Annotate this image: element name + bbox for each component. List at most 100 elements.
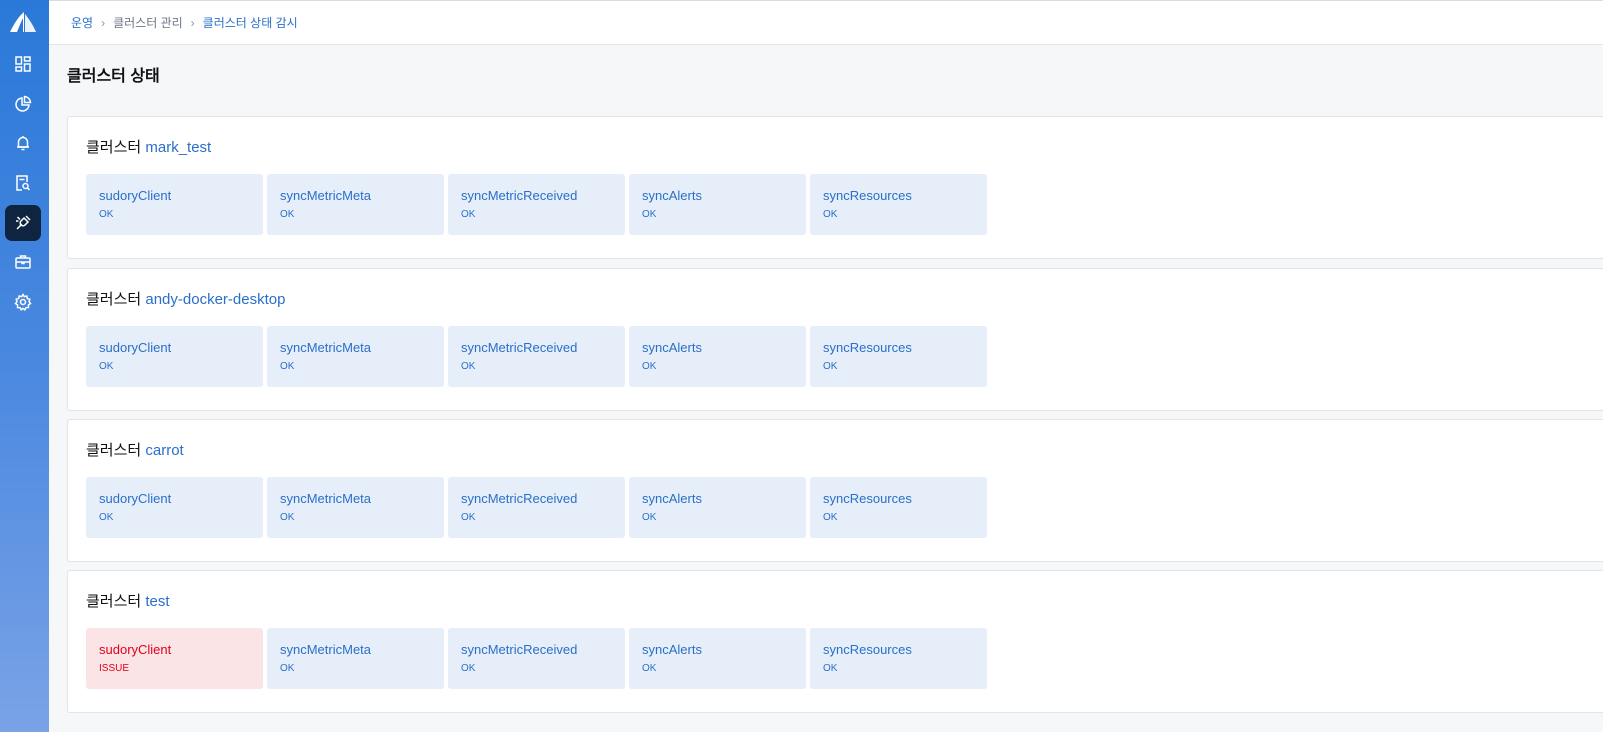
status-badge: OK	[280, 209, 295, 220]
cluster-name[interactable]: andy-docker-desktop	[145, 291, 285, 308]
sidebar-item-cluster-management[interactable]	[5, 205, 41, 241]
cluster-prefix: 클러스터	[86, 291, 142, 308]
sidebar	[0, 0, 49, 732]
check-name: sudoryClient	[99, 491, 172, 506]
pie-chart-icon	[15, 95, 32, 112]
check-card-syncalerts[interactable]: syncAlerts OK	[629, 477, 806, 538]
status-badge: OK	[280, 361, 295, 372]
check-card-syncalerts[interactable]: syncAlerts OK	[629, 326, 806, 387]
check-card-syncresources[interactable]: syncResources OK	[810, 477, 987, 538]
breadcrumb-item-cluster-status-monitor: 클러스터 상태 감시	[202, 16, 298, 30]
sidebar-item-alerts[interactable]	[5, 125, 41, 161]
check-list: sudoryClient OK syncMetricMeta OK syncMetr…	[86, 174, 991, 235]
cluster-title: 클러스터 andy-docker-desktop	[86, 288, 285, 309]
dashboard-grid-icon	[15, 56, 31, 72]
status-badge: OK	[99, 209, 114, 220]
check-card-syncresources[interactable]: syncResources OK	[810, 174, 987, 235]
check-card-syncresources[interactable]: syncResources OK	[810, 326, 987, 387]
check-name: syncMetricMeta	[280, 642, 372, 657]
status-badge: OK	[461, 512, 476, 523]
check-card-syncmetricmeta[interactable]: syncMetricMeta OK	[267, 326, 444, 387]
breadcrumb: 운영 › 클러스터 관리 › 클러스터 상태 감시	[49, 0, 1603, 45]
cluster-name[interactable]: carrot	[145, 442, 183, 459]
check-name: syncAlerts	[642, 340, 702, 355]
check-name: syncResources	[823, 491, 912, 506]
breadcrumb-item-cluster-management: 클러스터 관리	[113, 16, 183, 30]
status-badge: OK	[99, 361, 114, 372]
check-name: syncMetricReceived	[461, 340, 578, 355]
check-list: sudoryClient OK syncMetricMeta OK syncMetr…	[86, 477, 991, 538]
sidebar-item-analytics[interactable]	[5, 86, 41, 122]
cluster-prefix: 클러스터	[86, 593, 142, 610]
bell-icon	[17, 136, 29, 151]
cluster-prefix: 클러스터	[86, 442, 142, 459]
cluster-panel: 클러스터 test sudoryClient ISSUE syncMetricMe…	[67, 570, 1603, 713]
status-badge: OK	[823, 361, 838, 372]
check-list: sudoryClient OK syncMetricMeta OK syncMetr…	[86, 326, 991, 387]
sidebar-item-settings[interactable]	[5, 284, 41, 320]
status-badge: OK	[642, 512, 657, 523]
check-name: syncMetricReceived	[461, 642, 578, 657]
check-card-syncmetricreceived[interactable]: syncMetricReceived OK	[448, 326, 625, 387]
status-badge: OK	[280, 512, 295, 523]
check-name: syncAlerts	[642, 491, 702, 506]
check-card-syncmetricreceived[interactable]: syncMetricReceived OK	[448, 174, 625, 235]
status-badge: OK	[642, 361, 657, 372]
status-badge: OK	[280, 663, 295, 674]
check-card-syncalerts[interactable]: syncAlerts OK	[629, 628, 806, 689]
check-card-syncmetricmeta[interactable]: syncMetricMeta OK	[267, 477, 444, 538]
check-card-syncmetricreceived[interactable]: syncMetricReceived OK	[448, 477, 625, 538]
cluster-panel: 클러스터 mark_test sudoryClient OK syncMetric…	[67, 116, 1603, 259]
check-card-syncresources[interactable]: syncResources OK	[810, 628, 987, 689]
sidebar-item-jobs[interactable]	[5, 244, 41, 280]
cluster-panel: 클러스터 carrot sudoryClient OK syncMetricMet…	[67, 419, 1603, 562]
check-card-syncmetricreceived[interactable]: syncMetricReceived OK	[448, 628, 625, 689]
check-name: syncAlerts	[642, 642, 702, 657]
check-card-syncalerts[interactable]: syncAlerts OK	[629, 174, 806, 235]
logo-icon[interactable]	[8, 10, 38, 34]
check-card-sudoryclient[interactable]: sudoryClient OK	[86, 477, 263, 538]
check-card-sudoryclient[interactable]: sudoryClient ISSUE	[86, 628, 263, 689]
cluster-prefix: 클러스터	[86, 139, 142, 156]
check-card-sudoryclient[interactable]: sudoryClient OK	[86, 326, 263, 387]
check-name: syncResources	[823, 188, 912, 203]
status-badge: OK	[642, 663, 657, 674]
check-name: syncResources	[823, 340, 912, 355]
cluster-title: 클러스터 mark_test	[86, 136, 211, 157]
breadcrumb-item-operations[interactable]: 운영	[71, 14, 93, 31]
check-name: sudoryClient	[99, 340, 172, 355]
cluster-title: 클러스터 carrot	[86, 439, 184, 460]
cluster-name[interactable]: mark_test	[145, 139, 211, 156]
check-name: syncAlerts	[642, 188, 702, 203]
status-badge: OK	[642, 209, 657, 220]
check-name: sudoryClient	[99, 188, 172, 203]
status-badge: OK	[461, 663, 476, 674]
status-badge: OK	[823, 512, 838, 523]
status-badge: OK	[99, 512, 114, 523]
check-name: syncMetricReceived	[461, 188, 578, 203]
chevron-right-icon: ›	[190, 15, 195, 30]
check-list: sudoryClient ISSUE syncMetricMeta OK syncM…	[86, 628, 991, 689]
sidebar-item-dashboard[interactable]	[5, 46, 41, 82]
document-search-icon	[16, 175, 31, 191]
status-badge: OK	[461, 361, 476, 372]
briefcase-icon	[15, 255, 31, 269]
status-badge: ISSUE	[99, 663, 130, 674]
check-name: sudoryClient	[99, 642, 172, 657]
status-badge: OK	[823, 663, 838, 674]
check-name: syncMetricMeta	[280, 188, 372, 203]
cluster-title: 클러스터 test	[86, 590, 170, 611]
status-badge: OK	[823, 209, 838, 220]
gear-icon	[14, 293, 32, 311]
check-name: syncResources	[823, 642, 912, 657]
check-card-syncmetricmeta[interactable]: syncMetricMeta OK	[267, 628, 444, 689]
check-card-sudoryclient[interactable]: sudoryClient OK	[86, 174, 263, 235]
sidebar-item-logs[interactable]	[5, 165, 41, 201]
check-card-syncmetricmeta[interactable]: syncMetricMeta OK	[267, 174, 444, 235]
cluster-panel: 클러스터 andy-docker-desktop sudoryClient OK …	[67, 268, 1603, 411]
cluster-name[interactable]: test	[145, 593, 169, 610]
chevron-right-icon: ›	[101, 15, 106, 30]
check-name: syncMetricMeta	[280, 491, 372, 506]
plug-icon	[16, 215, 31, 230]
page-title: 클러스터 상태	[67, 68, 160, 85]
